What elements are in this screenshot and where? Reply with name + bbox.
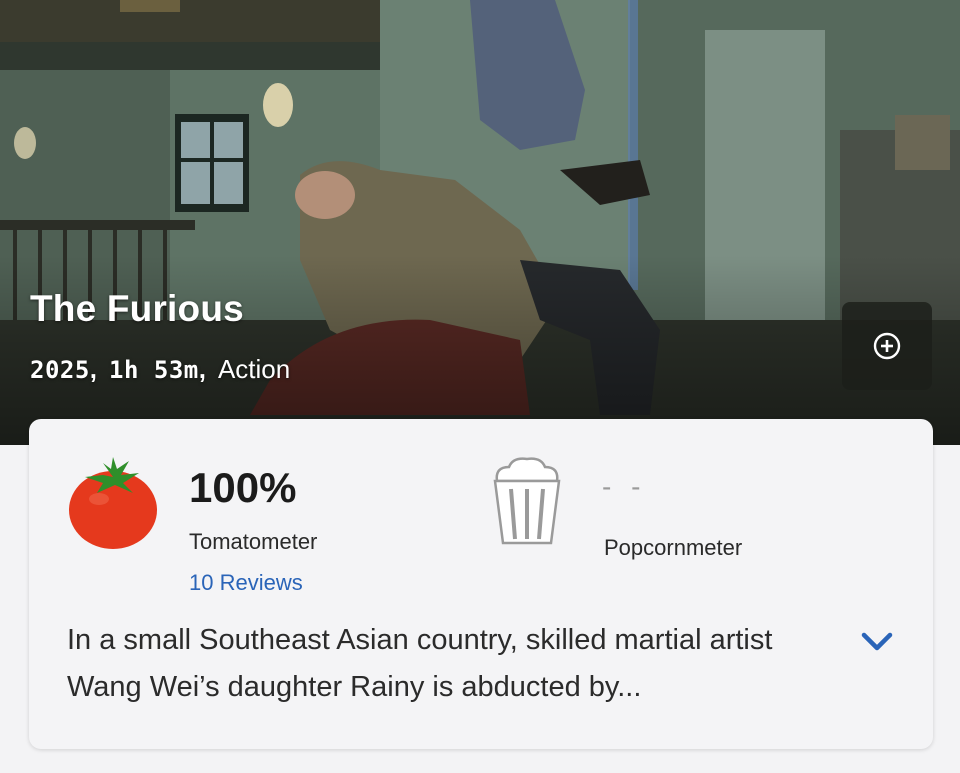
synopsis-text: In a small Southeast Asian country, skil… — [67, 624, 773, 703]
meta-separator: , — [198, 354, 206, 384]
tomato-icon — [69, 457, 157, 549]
movie-genre: Action — [217, 354, 291, 384]
tomatometer-score: 100% — [189, 464, 297, 511]
add-to-watchlist-button[interactable] — [842, 302, 932, 390]
popcornmeter-label: Popcornmeter — [604, 535, 743, 560]
popcornmeter-score: - - — [602, 471, 647, 502]
meta-separator: , — [89, 354, 98, 384]
movie-title: The Furious — [30, 288, 244, 329]
score-card: 100% Tomatometer 10 Reviews - - Popcornm… — [29, 419, 933, 749]
plus-circle-icon — [873, 332, 901, 360]
chevron-down-icon[interactable] — [859, 627, 895, 655]
reviews-link[interactable]: 10 Reviews — [189, 570, 303, 596]
hero-banner: The Furious 2025, 1h 53m, Action — [0, 0, 960, 445]
hero-gradient-overlay — [0, 255, 960, 445]
movie-runtime: 1h 53m — [109, 356, 199, 384]
movie-meta: 2025, 1h 53m, Action — [30, 354, 290, 385]
tomatometer-label: Tomatometer — [189, 529, 318, 554]
popcorn-bucket-icon — [493, 457, 561, 545]
movie-year: 2025 — [30, 356, 90, 384]
